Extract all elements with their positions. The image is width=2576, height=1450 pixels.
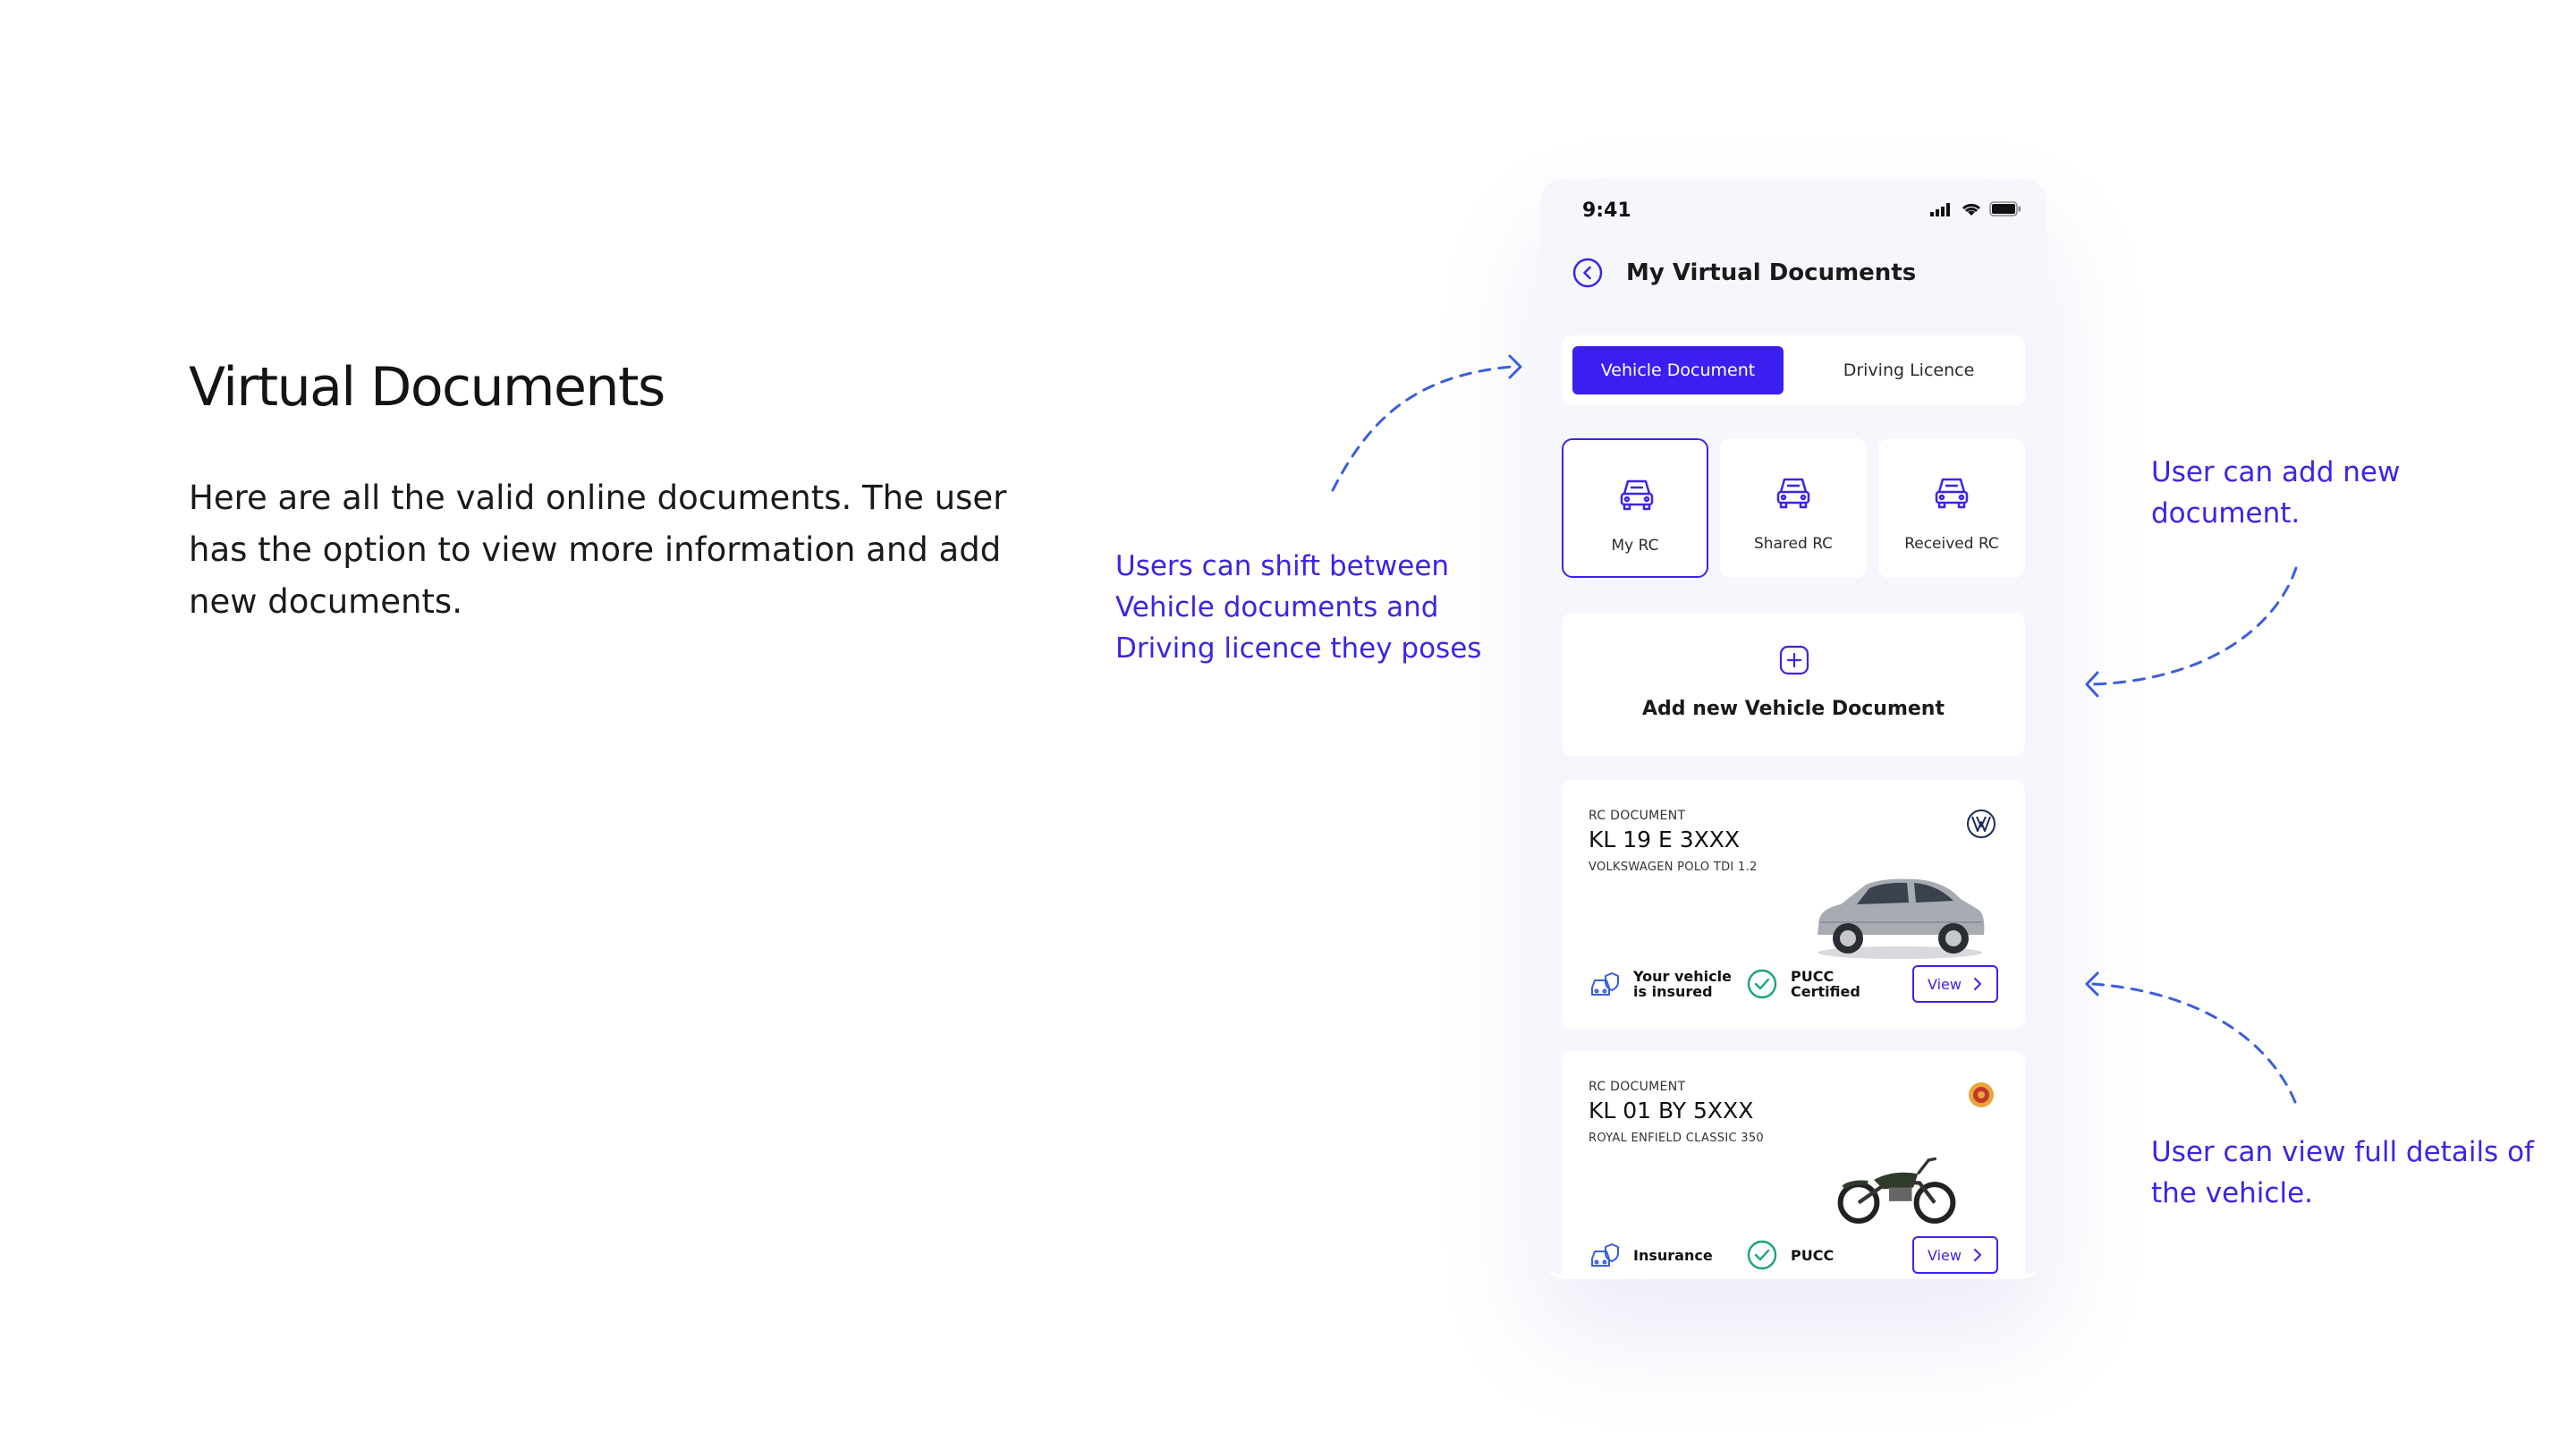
annotation-add: User can add new document.: [2151, 456, 2401, 530]
battery-icon: [1989, 201, 2021, 216]
pucc-status-text: PUCC: [1791, 1246, 1835, 1264]
status-icons: [1930, 201, 2021, 216]
rc-tile-shared-rc[interactable]: Shared RC: [1720, 438, 1867, 578]
car-front-icon: [1620, 479, 1654, 511]
view-vehicle-button[interactable]: View: [1912, 965, 1998, 1003]
rc-tile-label: Received RC: [1904, 535, 1999, 553]
arrowhead-tabs: [1508, 354, 1522, 379]
pucc-status: PUCC Certified: [1746, 965, 1889, 1003]
arrowhead-view: [2085, 971, 2099, 996]
vehicle-plate: KL 01 BY 5XXX: [1589, 1098, 1754, 1124]
insurance-status: Your vehicle is insured: [1589, 965, 1732, 1003]
status-bar: 9:41: [1540, 179, 2046, 243]
vehicle-card: RC DOCUMENT KL 19 E 3XXX VOLKSWAGEN POLO…: [1562, 780, 2025, 1029]
car-front-icon: [1776, 478, 1810, 509]
annotation-arrows: [1331, 354, 2298, 1104]
plus-icon: [1779, 645, 1809, 675]
insurance-status: Insurance: [1589, 1236, 1732, 1274]
annotation-view: User can view full details of the vehicl…: [2151, 1136, 2534, 1209]
insurance-status-text: Your vehicle is insured: [1633, 968, 1732, 1000]
car-image: [1818, 878, 1985, 959]
page-title: Virtual Documents: [189, 356, 665, 419]
status-time: 9:41: [1582, 199, 1631, 222]
phone-screen: 9:41 My Virtual Documents Vehicle Docume…: [1540, 179, 2046, 1275]
tab-driving-licence[interactable]: Driving Licence: [1801, 346, 2016, 394]
insurance-icon: [1591, 972, 1619, 996]
pucc-status: PUCC: [1746, 1236, 1889, 1274]
signal-icon: [1930, 202, 1950, 216]
annotation-tabs: Users can shift between Vehicle document…: [1115, 550, 1482, 665]
vehicle-model: ROYAL ENFIELD CLASSIC 350: [1589, 1132, 1764, 1145]
arrow-to-add: [2091, 566, 2298, 686]
insurance-icon: [1591, 1243, 1619, 1267]
document-type: RC DOCUMENT: [1589, 1080, 1686, 1094]
document-tabs: Vehicle Document Driving Licence: [1562, 335, 2025, 405]
vehicle-plate: KL 19 E 3XXX: [1589, 827, 1741, 852]
pucc-status-text: PUCC Certified: [1791, 968, 1860, 1000]
check-circle-icon: [1747, 969, 1777, 999]
check-circle-icon: [1747, 1240, 1777, 1270]
insurance-status-text: Insurance: [1633, 1246, 1713, 1264]
chevron-right-icon: [1973, 978, 1981, 990]
royal-enfield-logo: [1969, 1082, 1994, 1107]
arrow-to-view: [2091, 982, 2297, 1104]
add-vehicle-document-button[interactable]: Add new Vehicle Document: [1562, 613, 2025, 756]
arrow-to-tabs: [1331, 365, 1513, 492]
view-button-label: View: [1928, 975, 1962, 993]
view-vehicle-button[interactable]: View: [1912, 1236, 1998, 1274]
rc-tile-label: My RC: [1611, 537, 1659, 555]
wifi-icon: [1962, 203, 1981, 216]
tab-vehicle-document[interactable]: Vehicle Document: [1572, 346, 1784, 394]
vehicle-card: RC DOCUMENT KL 01 BY 5XXX ROYAL ENFIELD …: [1562, 1051, 2025, 1275]
rc-tile-label: Shared RC: [1753, 535, 1834, 553]
header-title: My Virtual Documents: [1626, 259, 1917, 286]
arrowhead-add: [2085, 671, 2099, 698]
view-button-label: View: [1928, 1246, 1962, 1264]
rc-tile-my-rc[interactable]: My RC: [1562, 438, 1708, 578]
rc-tile-received-rc[interactable]: Received RC: [1878, 438, 2025, 578]
car-front-icon: [1935, 478, 1969, 509]
intro-description: Here are all the valid online documents.…: [189, 479, 1007, 621]
add-vehicle-document-label: Add new Vehicle Document: [1642, 698, 1945, 720]
motorcycle-image: [1837, 1157, 1956, 1224]
vehicle-model: VOLKSWAGEN POLO TDI 1.2: [1589, 861, 1758, 874]
back-icon[interactable]: [1572, 258, 1603, 288]
document-type: RC DOCUMENT: [1589, 809, 1686, 823]
volkswagen-logo: [1967, 810, 1996, 838]
chevron-right-icon: [1973, 1249, 1981, 1261]
